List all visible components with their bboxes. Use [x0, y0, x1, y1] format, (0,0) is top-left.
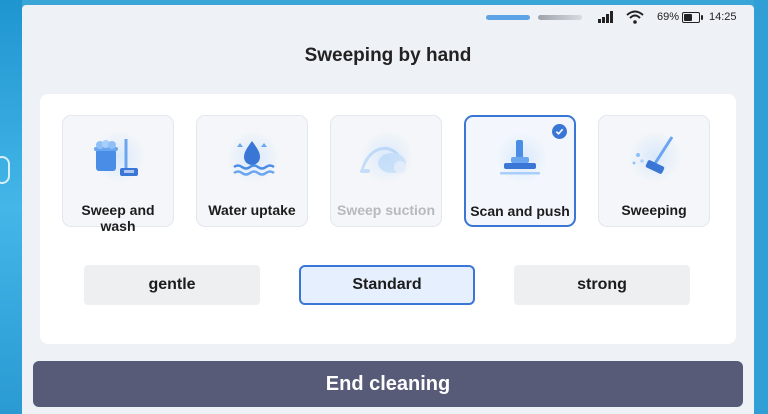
status-bar: 69% 14:25	[22, 5, 754, 29]
mode-card-scan-and-push[interactable]: Scan and push	[464, 115, 576, 227]
mode-card-sweep-and-wash[interactable]: Sweep and wash	[62, 115, 174, 234]
mode-label: Sweep and wash	[81, 202, 155, 234]
right-frame-edge	[754, 0, 768, 414]
battery-icon	[682, 12, 703, 23]
mode-card-sweep-suction[interactable]: Sweep suction	[330, 115, 442, 227]
mode-label: Sweep suction	[336, 202, 436, 218]
mode-card-water-uptake[interactable]: Water uptake	[196, 115, 308, 227]
mode-label: Scan and push	[470, 203, 570, 219]
level-strong-button[interactable]: strong	[514, 265, 690, 305]
left-frame-edge	[0, 0, 22, 414]
end-cleaning-button[interactable]: End cleaning	[33, 361, 743, 407]
bucket-mop-icon	[94, 139, 138, 176]
level-standard-button[interactable]: Standard	[299, 265, 475, 305]
water-drop-icon	[233, 141, 275, 176]
app-screen: 69% 14:25 Sweeping by hand Sweep and was…	[22, 5, 754, 414]
edge-handle	[0, 156, 10, 184]
clock: 14:25	[709, 11, 737, 23]
vacuum-icon	[360, 146, 406, 173]
signal-icon	[598, 11, 614, 23]
status-indicator-inactive	[538, 15, 582, 20]
level-gentle-button[interactable]: gentle	[84, 265, 260, 305]
sweeper-icon	[632, 136, 674, 174]
status-indicator-active	[486, 15, 530, 20]
battery-percent: 69%	[657, 11, 680, 23]
mode-label: Water uptake	[208, 202, 296, 218]
mode-panel: Sweep and wash Water uptake Sweep suctio…	[40, 94, 736, 344]
push-broom-icon	[500, 140, 540, 175]
mode-label: Sweeping	[621, 202, 687, 218]
page-title: Sweeping by hand	[304, 45, 472, 66]
wifi-icon	[626, 10, 644, 24]
mode-card-sweeping[interactable]: Sweeping	[598, 115, 710, 227]
